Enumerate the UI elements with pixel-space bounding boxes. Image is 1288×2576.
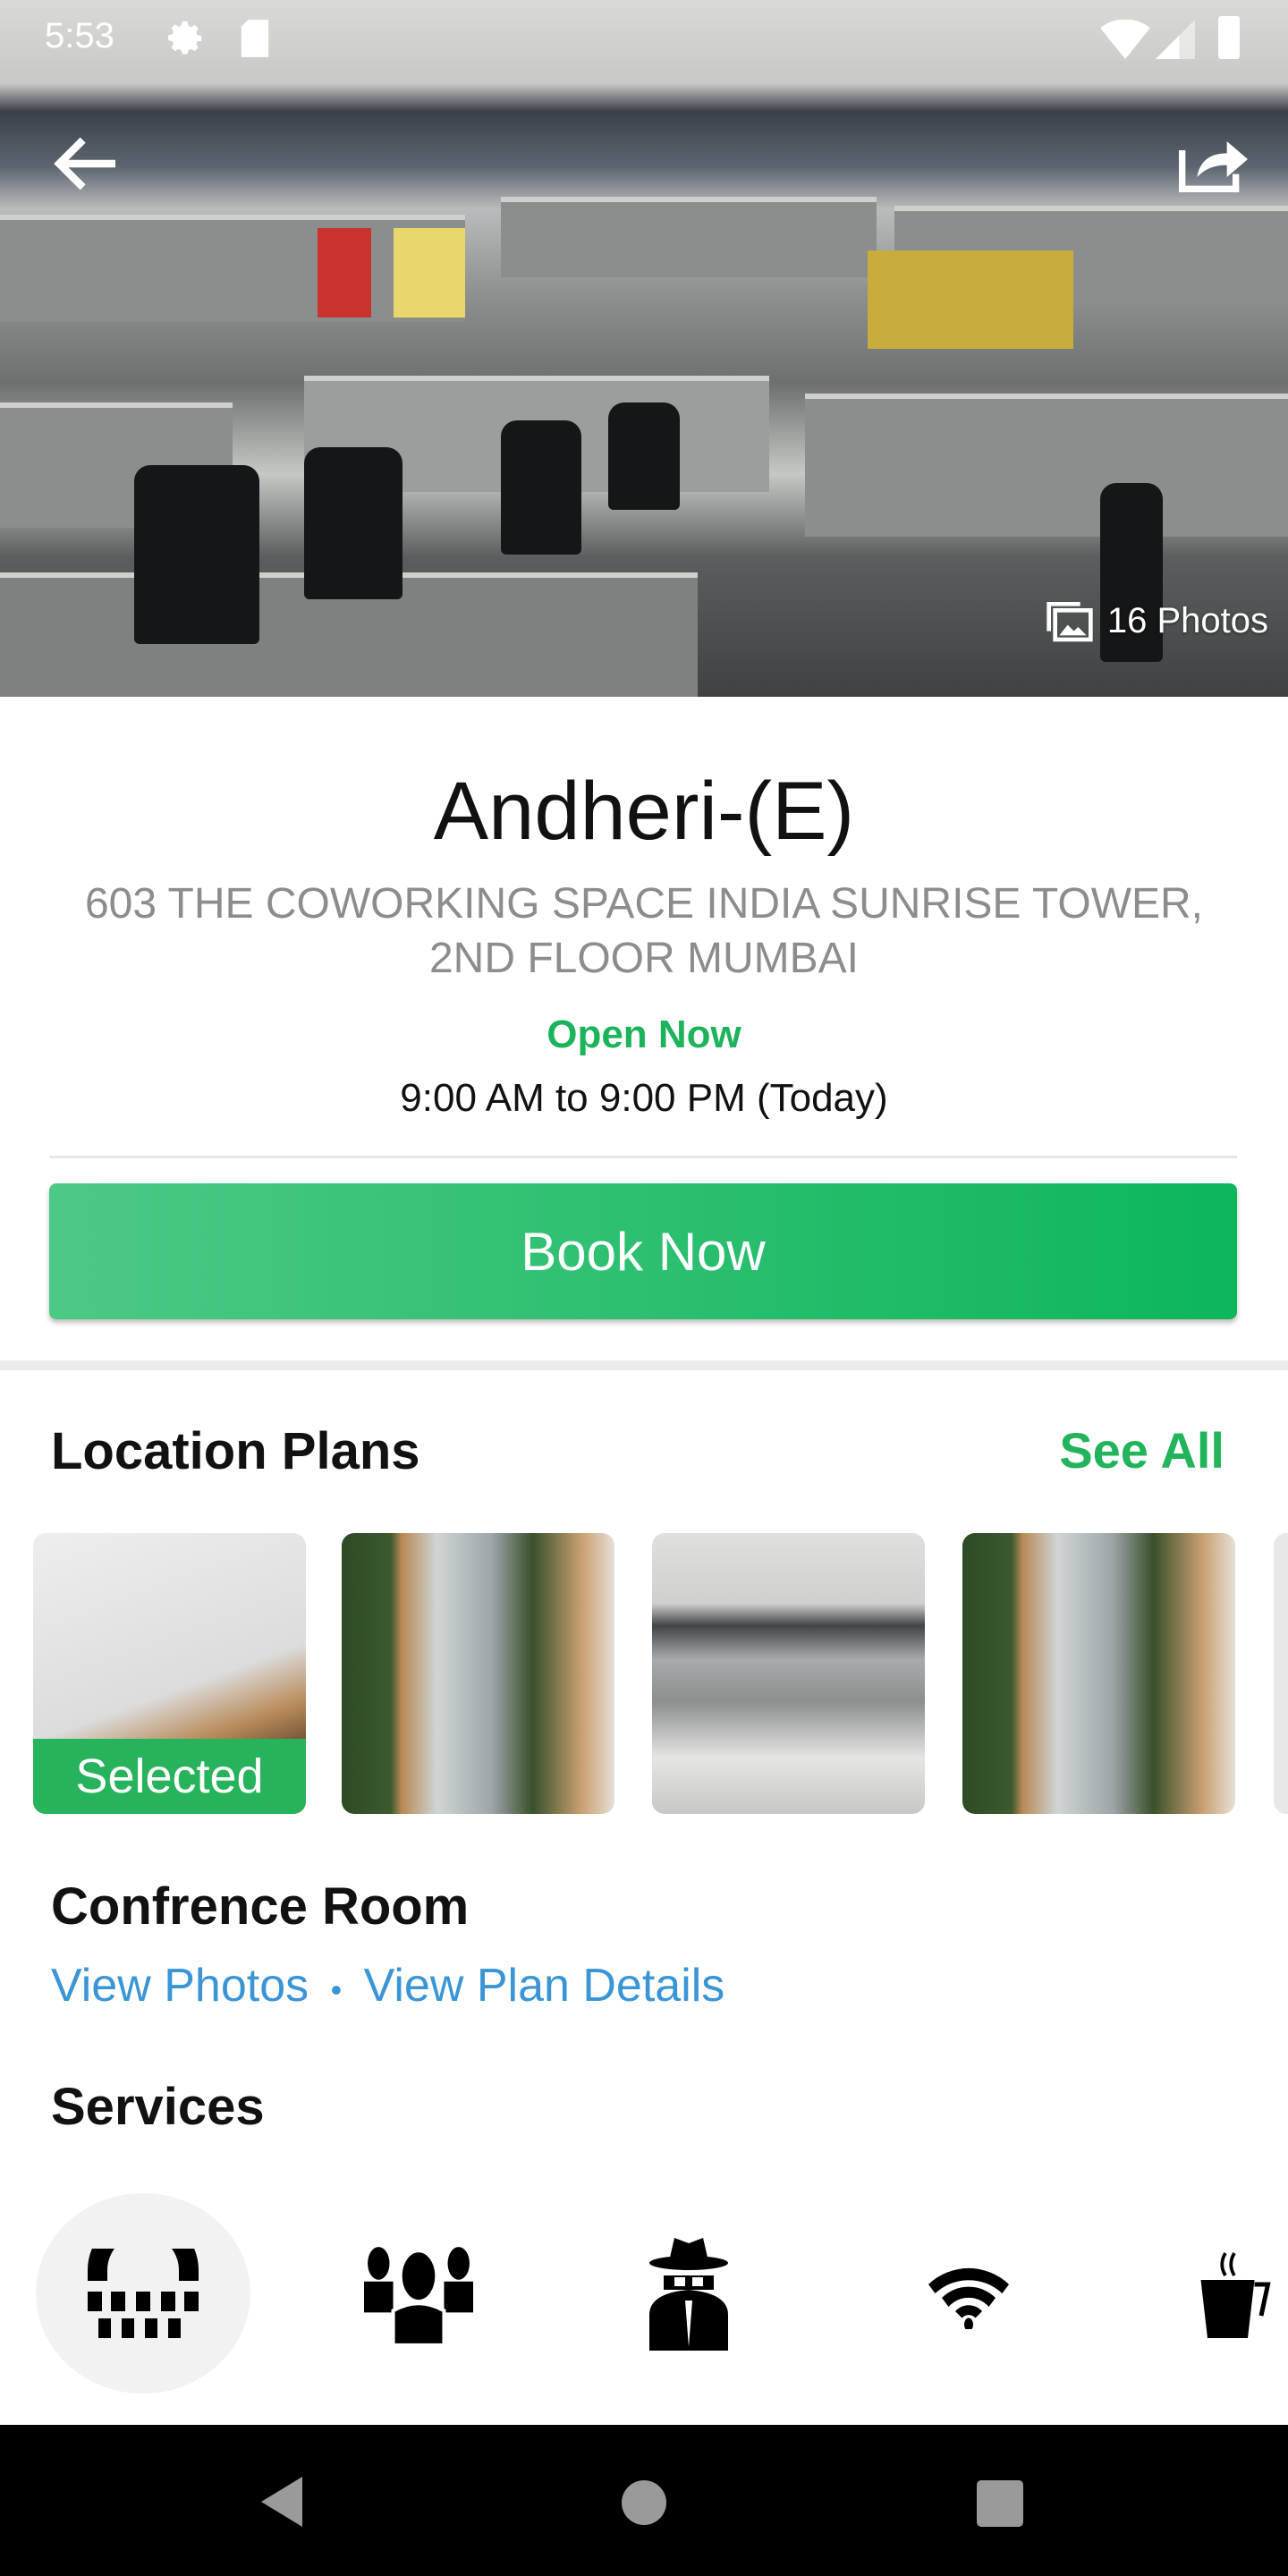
wifi-icon xyxy=(928,2267,1009,2329)
book-now-button[interactable]: Book Now xyxy=(49,1183,1237,1319)
plan-thumbnail-more[interactable] xyxy=(1274,1533,1288,1814)
service-telephone[interactable] xyxy=(36,2193,250,2394)
service-security[interactable] xyxy=(581,2193,796,2394)
view-plan-details-link[interactable]: View Plan Details xyxy=(364,1960,725,2012)
telephone-icon xyxy=(88,2249,199,2338)
see-all-link[interactable]: See All xyxy=(1059,1421,1224,1479)
link-separator: • xyxy=(330,1971,343,2008)
plan-links: View Photos • View Plan Details xyxy=(51,1959,724,2012)
share-icon[interactable] xyxy=(1176,132,1248,195)
plan-thumbnail-open-desks[interactable] xyxy=(652,1533,925,1814)
photos-count: 16 Photos xyxy=(1106,600,1268,640)
opening-hours: 9:00 AM to 9:00 PM (Today) xyxy=(400,1076,888,1120)
selected-plan-name: Confrence Room xyxy=(51,1877,470,1936)
gear-icon xyxy=(168,21,202,55)
service-wifi[interactable] xyxy=(861,2193,1076,2394)
view-photos-link[interactable]: View Photos xyxy=(51,1960,309,2012)
recents-nav-icon[interactable] xyxy=(977,2480,1023,2527)
coffee-icon xyxy=(1200,2252,1271,2338)
photos-count-button[interactable]: 16 Photos xyxy=(1045,597,1268,644)
divider xyxy=(49,1156,1237,1158)
home-nav-icon[interactable] xyxy=(622,2480,666,2525)
selected-badge: Selected xyxy=(33,1739,306,1814)
signal-icon xyxy=(1156,20,1195,59)
sd-card-icon xyxy=(241,20,269,57)
navigation-bar xyxy=(0,2425,1288,2576)
service-coffee[interactable] xyxy=(1199,2193,1288,2394)
plan-thumbnail-lounge[interactable] xyxy=(342,1533,614,1814)
back-arrow-icon[interactable] xyxy=(50,134,122,193)
photos-icon xyxy=(1046,602,1093,642)
plan-thumbnail-lounge-2[interactable] xyxy=(962,1533,1235,1814)
address-line-1: 603 THE COWORKING SPACE INDIA SUNRISE TO… xyxy=(84,880,1204,928)
hero-image[interactable] xyxy=(0,0,1288,697)
location-plans-title: Location Plans xyxy=(51,1422,420,1480)
location-name: Andheri-(E) xyxy=(433,766,855,857)
location-address: 603 THE COWORKING SPACE INDIA SUNRISE TO… xyxy=(0,877,1288,986)
group-icon xyxy=(364,2247,473,2345)
battery-icon xyxy=(1218,16,1240,59)
plan-thumbnail-conference-room[interactable]: Selected xyxy=(33,1533,306,1814)
services-title: Services xyxy=(51,2078,265,2136)
back-nav-icon[interactable] xyxy=(259,2477,306,2527)
address-line-2: 2ND FLOOR MUMBAI xyxy=(428,935,860,982)
service-group[interactable] xyxy=(311,2193,526,2394)
security-icon xyxy=(649,2238,728,2351)
open-status: Open Now xyxy=(547,1013,741,1056)
wifi-icon xyxy=(1100,20,1150,59)
section-separator xyxy=(0,1360,1288,1370)
clock: 5:53 xyxy=(45,16,114,55)
status-bar: 5:53 xyxy=(0,0,1288,79)
